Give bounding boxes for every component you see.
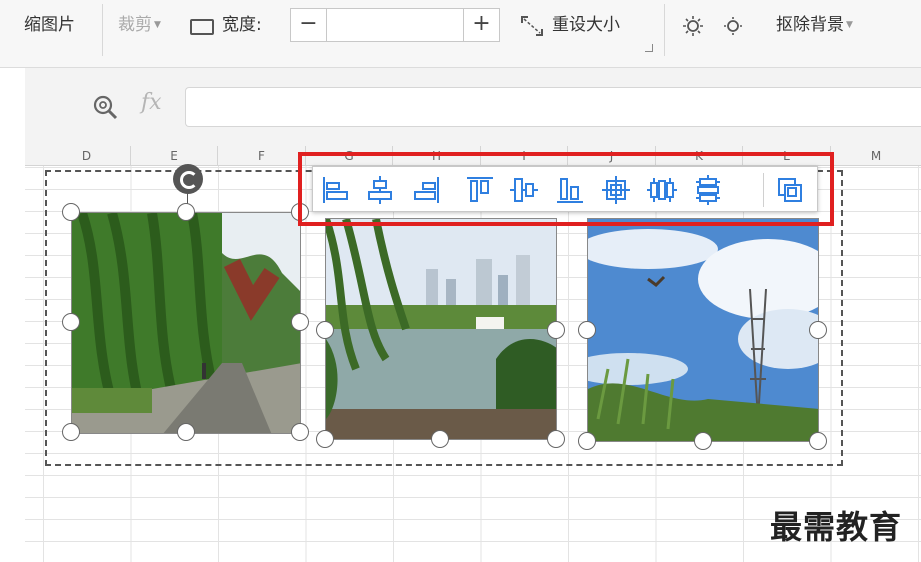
reset-size-button[interactable]: 重设大小 xyxy=(552,14,620,36)
resize-handle[interactable] xyxy=(578,432,596,450)
picture-button[interactable]: 缩图片 xyxy=(24,14,75,36)
zoom-icon[interactable] xyxy=(92,94,120,120)
distribute-horizontal-button[interactable] xyxy=(645,173,679,207)
resize-handle[interactable] xyxy=(809,321,827,339)
align-left-button[interactable] xyxy=(319,173,353,207)
align-bottom-button[interactable] xyxy=(553,173,587,207)
willow-path-image xyxy=(72,213,300,433)
align-bottom-icon xyxy=(557,178,583,203)
formula-input[interactable] xyxy=(185,87,921,127)
resize-handle[interactable] xyxy=(62,203,80,221)
watermark: 最需教育 xyxy=(770,508,903,546)
align-toolbar-highlight xyxy=(298,152,834,226)
distribute-horizontal-icon xyxy=(647,178,677,202)
align-center-horizontal-button[interactable] xyxy=(363,173,397,207)
width-increase-button[interactable]: + xyxy=(463,9,499,41)
resize-handle[interactable] xyxy=(547,321,565,339)
combine-button[interactable] xyxy=(773,173,807,207)
distribute-vertical-icon xyxy=(696,175,720,205)
brightness-icon[interactable] xyxy=(682,15,704,37)
align-right-icon xyxy=(414,177,439,203)
ribbon-toolbar: 缩图片 裁剪 ▼ 宽度: − + 重设大小 抠除背景 ▼ xyxy=(0,0,921,68)
width-label: 宽度: xyxy=(222,15,262,35)
resize-handle[interactable] xyxy=(177,423,195,441)
align-left-icon xyxy=(323,177,348,203)
resize-handle[interactable] xyxy=(431,430,449,448)
align-center-button[interactable] xyxy=(599,173,633,207)
rotate-handle-icon[interactable] xyxy=(173,164,203,194)
resize-handle[interactable] xyxy=(316,321,334,339)
align-top-icon xyxy=(467,177,493,202)
column-header-f[interactable]: F xyxy=(218,146,306,166)
formula-bar: fx xyxy=(25,68,921,146)
resize-handle[interactable] xyxy=(291,423,309,441)
resize-handle[interactable] xyxy=(291,313,309,331)
chevron-down-icon: ▼ xyxy=(846,20,853,30)
column-header-m[interactable]: M xyxy=(831,146,921,166)
align-middle-vertical-button[interactable] xyxy=(507,173,541,207)
ribbon-divider xyxy=(102,4,103,56)
remove-background-label: 抠除背景 xyxy=(776,15,844,35)
crop-button[interactable]: 裁剪 ▼ xyxy=(118,14,161,36)
column-header-d[interactable]: D xyxy=(43,146,131,166)
resize-handle[interactable] xyxy=(62,313,80,331)
fx-label[interactable]: fx xyxy=(141,90,162,115)
align-top-button[interactable] xyxy=(463,173,497,207)
resize-icon[interactable] xyxy=(520,15,544,37)
toolbar-divider xyxy=(763,173,764,207)
combine-icon xyxy=(778,178,802,202)
lake-city-image xyxy=(326,219,556,439)
dialog-launcher-icon[interactable] xyxy=(645,44,653,52)
align-center-horizontal-icon xyxy=(368,176,392,204)
width-decrease-button[interactable]: − xyxy=(291,9,327,41)
column-header-e[interactable]: E xyxy=(131,146,218,166)
sky-tower-photo[interactable] xyxy=(587,218,819,442)
width-box-icon xyxy=(190,19,214,35)
distribute-vertical-button[interactable] xyxy=(691,173,725,207)
resize-handle[interactable] xyxy=(578,321,596,339)
resize-handle[interactable] xyxy=(809,432,827,450)
resize-handle[interactable] xyxy=(177,203,195,221)
align-center-icon xyxy=(602,176,630,204)
resize-handle[interactable] xyxy=(62,423,80,441)
remove-background-button[interactable]: 抠除背景 ▼ xyxy=(776,14,853,36)
chevron-down-icon: ▼ xyxy=(154,20,161,30)
resize-handle[interactable] xyxy=(694,432,712,450)
lake-city-photo[interactable] xyxy=(325,218,557,440)
willow-path-photo[interactable] xyxy=(71,212,301,434)
width-stepper[interactable]: − + xyxy=(290,8,500,42)
align-toolbar xyxy=(312,166,818,212)
sky-tower-image xyxy=(588,219,818,441)
resize-handle[interactable] xyxy=(547,430,565,448)
align-middle-vertical-icon xyxy=(510,178,538,202)
resize-handle[interactable] xyxy=(316,430,334,448)
align-right-button[interactable] xyxy=(409,173,443,207)
contrast-icon[interactable] xyxy=(722,15,744,37)
ribbon-divider xyxy=(664,4,665,56)
crop-label: 裁剪 xyxy=(118,15,152,35)
